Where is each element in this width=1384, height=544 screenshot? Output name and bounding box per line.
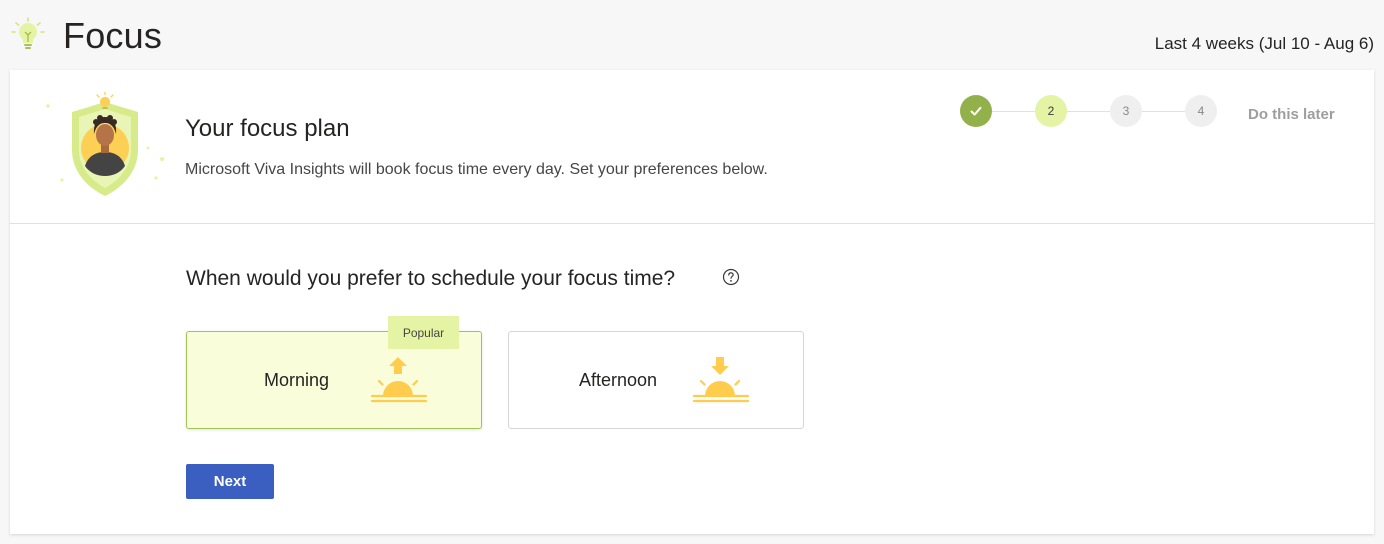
- top-bar: Focus Last 4 weeks (Jul 10 - Aug 6): [0, 0, 1384, 70]
- step-connector: [992, 111, 1035, 112]
- focus-plan-illustration: [46, 92, 164, 196]
- do-this-later-link[interactable]: Do this later: [1248, 106, 1335, 123]
- popular-badge: Popular: [388, 316, 459, 349]
- morning-option-label: Morning: [264, 370, 330, 390]
- question-heading: When would you prefer to schedule your f…: [186, 267, 676, 290]
- step-3: 3: [1110, 95, 1142, 127]
- sunset-icon: [692, 357, 750, 403]
- question-circle-icon[interactable]: [722, 268, 740, 286]
- lightbulb-icon: [11, 17, 45, 49]
- card-header: Your focus plan Microsoft Viva Insights …: [10, 70, 1374, 224]
- next-button[interactable]: Next: [186, 464, 274, 499]
- plan-subtitle: Microsoft Viva Insights will book focus …: [185, 161, 768, 178]
- afternoon-option-label: Afternoon: [579, 370, 658, 390]
- step-connector: [1067, 111, 1110, 112]
- plan-title: Your focus plan: [185, 115, 350, 142]
- step-1-complete: [960, 95, 992, 127]
- focus-plan-card: Your focus plan Microsoft Viva Insights …: [10, 70, 1374, 534]
- sunrise-icon: [370, 357, 428, 403]
- date-range-label: Last 4 weeks (Jul 10 - Aug 6): [1154, 34, 1374, 53]
- step-connector: [1142, 111, 1185, 112]
- check-icon: [970, 106, 982, 116]
- step-4: 4: [1185, 95, 1217, 127]
- page-title: Focus: [63, 15, 163, 56]
- progress-stepper: 2 3 4: [960, 95, 1260, 129]
- afternoon-option[interactable]: Afternoon: [508, 331, 804, 429]
- step-2-current: 2: [1035, 95, 1067, 127]
